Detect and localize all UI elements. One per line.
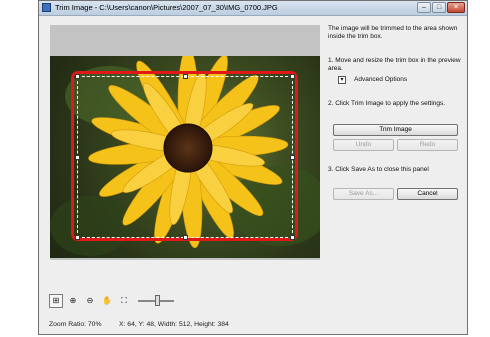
step1-text: 1. Move and resize the trim box in the p… (328, 57, 461, 72)
trim-box-icon[interactable]: ⛶ (117, 294, 131, 308)
fit-icon[interactable]: ⊞ (49, 294, 63, 308)
zoom-out-icon[interactable]: ⊖ (83, 294, 97, 308)
trim-box[interactable] (75, 74, 295, 240)
trim-info-text: X: 64, Y: 48, Width: 512, Height: 384 (119, 321, 229, 328)
zoom-in-icon[interactable]: ⊕ (66, 294, 80, 308)
chevron-down-icon[interactable]: ▾ (338, 76, 346, 84)
title-bar: Trim Image - C:\Users\canon\Pictures\200… (39, 1, 467, 16)
close-button[interactable]: ✕ (447, 2, 465, 13)
window-title: Trim Image - C:\Users\canon\Pictures\200… (55, 3, 278, 12)
zoom-slider-thumb[interactable] (155, 295, 161, 306)
minimize-button[interactable]: – (417, 2, 431, 13)
trim-image-button[interactable]: Trim Image (333, 124, 458, 136)
zoom-ratio-text: Zoom Ratio: 70% (49, 321, 102, 328)
app-icon (42, 3, 51, 12)
step2-text: 2. Click Trim Image to apply the setting… (328, 100, 446, 107)
trim-handle-left[interactable] (75, 155, 80, 160)
preview-area[interactable] (50, 25, 320, 260)
trim-handle-bottom[interactable] (183, 235, 188, 240)
trim-handle-bottom-left[interactable] (75, 235, 80, 240)
hand-icon[interactable]: ✋ (100, 294, 114, 308)
step3-text: 3. Click Save As to close this panel (328, 166, 429, 173)
undo-button[interactable]: Undo (333, 139, 394, 151)
redo-button[interactable]: Redo (397, 139, 458, 151)
cancel-button[interactable]: Cancel (397, 188, 458, 200)
view-toolbar: ⊞ ⊕ ⊖ ✋ ⛶ (49, 293, 174, 309)
save-as-button[interactable]: Save As... (333, 188, 394, 200)
intro-text: The image will be trimmed to the area sh… (328, 25, 458, 40)
trim-handle-bottom-right[interactable] (290, 235, 295, 240)
maximize-button[interactable]: □ (432, 2, 446, 13)
trim-handle-top-left[interactable] (75, 74, 80, 79)
zoom-slider[interactable] (138, 294, 174, 308)
trim-handle-right[interactable] (290, 155, 295, 160)
advanced-options-link[interactable]: Advanced Options (354, 76, 454, 84)
trim-handle-top[interactable] (183, 74, 188, 79)
preview-image (50, 56, 320, 258)
trim-handle-top-right[interactable] (290, 74, 295, 79)
trim-image-window: Trim Image - C:\Users\canon\Pictures\200… (38, 0, 468, 335)
